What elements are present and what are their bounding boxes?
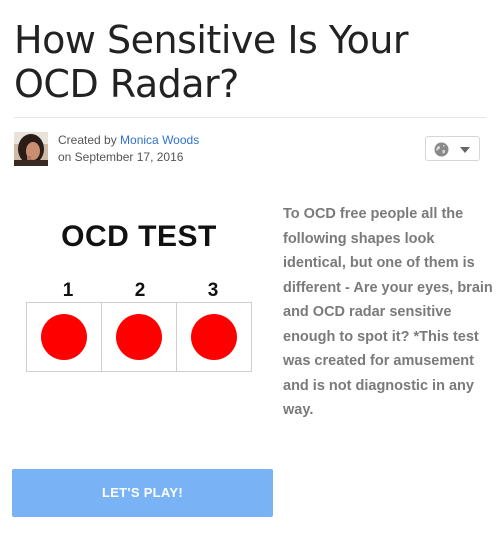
red-circle-shape (191, 314, 237, 360)
share-dropdown-button[interactable] (425, 136, 480, 161)
shape-cell-1 (26, 302, 102, 372)
shape-number-3: 3 (207, 280, 219, 301)
red-circle-shape (41, 314, 87, 360)
byline-date: on September 17, 2016 (58, 150, 184, 164)
quiz-cover-image: OCD TEST 1 2 3 (14, 198, 264, 388)
avatar[interactable] (14, 132, 48, 166)
caret-down-icon (460, 147, 470, 153)
avatar-photo (14, 132, 48, 166)
byline: Created by Monica Woods on September 17,… (58, 132, 199, 166)
author-link[interactable]: Monica Woods (120, 133, 199, 147)
quiz-description: To OCD free people all the following sha… (283, 206, 493, 418)
shape-number-1: 1 (62, 280, 74, 301)
byline-author-line: Created by Monica Woods (58, 132, 199, 149)
shape-cell-2 (101, 302, 177, 372)
image-title: OCD TEST (61, 220, 217, 253)
globe-icon (434, 142, 449, 162)
lets-play-button[interactable]: LET'S PLAY! (12, 469, 273, 517)
title-divider (14, 117, 486, 118)
red-circle-shape (116, 314, 162, 360)
quiz-page: How Sensitive Is Your OCD Radar? Created… (0, 0, 500, 540)
shape-number-2: 2 (134, 280, 146, 301)
page-title: How Sensitive Is Your OCD Radar? (14, 18, 409, 106)
created-by-label: Created by (58, 133, 117, 147)
shape-cell-3 (176, 302, 252, 372)
